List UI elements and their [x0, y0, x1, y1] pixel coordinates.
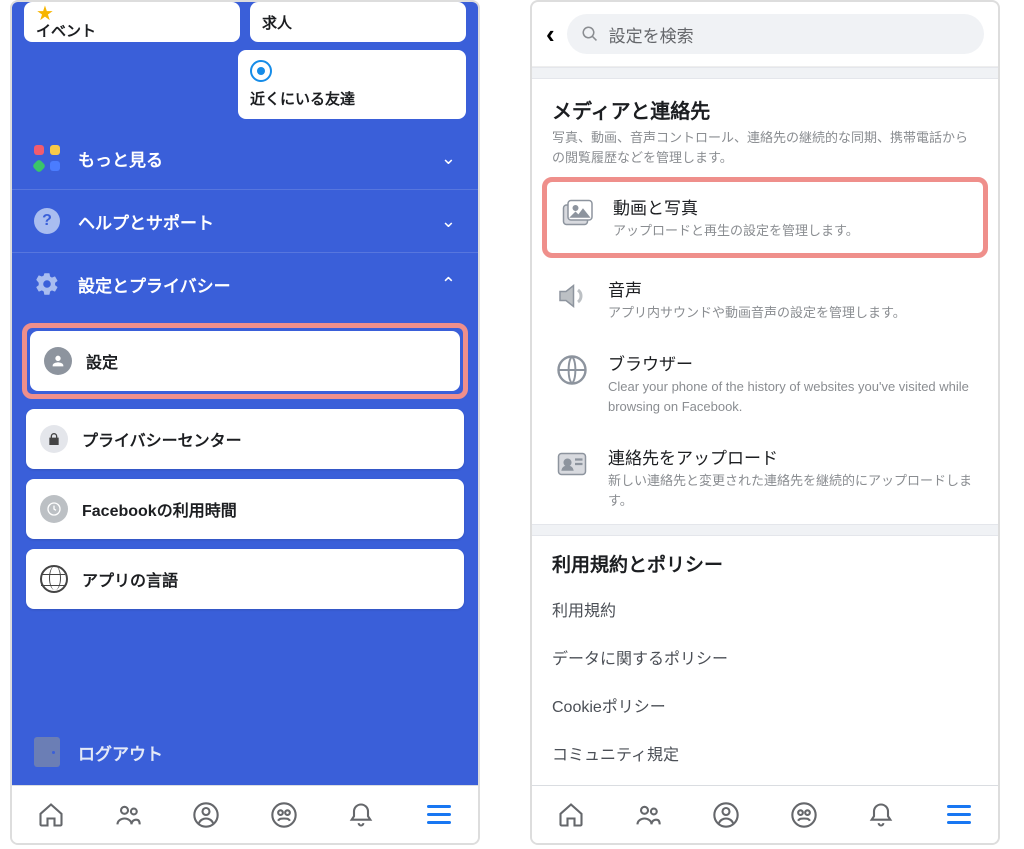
contact-card-icon — [552, 444, 592, 484]
browser-title: ブラウザー — [608, 350, 978, 375]
card-privacy-center[interactable]: プライバシーセンター — [26, 409, 464, 469]
card-time-on-facebook[interactable]: Facebookの利用時間 — [26, 479, 464, 539]
row-browser[interactable]: ブラウザー Clear your phone of the history of… — [532, 336, 998, 430]
nav-groups[interactable] — [269, 800, 299, 830]
media-section-title: メディアと連絡先 — [552, 95, 978, 124]
chevron-down-icon: ⌄ — [441, 148, 456, 169]
search-settings-input[interactable]: 設定を検索 — [567, 14, 984, 54]
bottom-nav-right — [532, 785, 998, 843]
row-video-photo[interactable]: 動画と写真 アップロードと再生の設定を管理します。 — [547, 182, 983, 253]
bottom-nav-left — [12, 785, 478, 843]
nearby-icon — [250, 60, 272, 82]
tile-jobs[interactable]: 求人 — [250, 2, 466, 42]
nav-menu[interactable] — [424, 800, 454, 830]
nav-notifications[interactable] — [346, 800, 376, 830]
policy-data[interactable]: データに関するポリシー — [552, 633, 978, 681]
help-icon: ? — [34, 208, 60, 234]
tile-events[interactable]: ★ イベント — [24, 2, 240, 42]
profile-icon — [44, 347, 72, 375]
media-section-desc: 写真、動画、音声コントロール、連絡先の継続的な同期、携帯電話からの閲覧履歴などを… — [552, 128, 978, 167]
search-icon — [581, 25, 599, 43]
logout-icon — [34, 737, 60, 767]
back-button[interactable]: ‹ — [546, 19, 555, 50]
photos-icon — [557, 194, 597, 234]
nav-friends[interactable] — [113, 800, 143, 830]
audio-sub: アプリ内サウンドや動画音声の設定を管理します。 — [608, 303, 906, 323]
policy-cookie[interactable]: Cookieポリシー — [552, 681, 978, 729]
logout-label: ログアウト — [78, 740, 163, 765]
see-more-label: もっと見る — [78, 146, 441, 171]
policy-community[interactable]: コミュニティ規定 — [552, 729, 978, 777]
tile-jobs-label: 求人 — [262, 12, 454, 33]
search-placeholder: 設定を検索 — [609, 22, 694, 47]
policy-terms[interactable]: 利用規約 — [552, 585, 978, 633]
chevron-up-icon: ⌃ — [441, 274, 456, 295]
tile-nearby-label: 近くにいる友達 — [250, 88, 454, 109]
nav-menu[interactable] — [944, 800, 974, 830]
tile-nearby-friends[interactable]: 近くにいる友達 — [238, 50, 466, 119]
hamburger-icon — [947, 805, 971, 824]
lock-icon — [40, 425, 68, 453]
nav-friends[interactable] — [633, 800, 663, 830]
row-see-more[interactable]: もっと見る ⌄ — [12, 127, 478, 189]
settings-label: 設定 — [86, 349, 118, 373]
gear-icon — [34, 271, 60, 297]
globe-icon — [552, 350, 592, 390]
row-settings-privacy[interactable]: 設定とプライバシー ⌃ — [12, 253, 478, 315]
help-label: ヘルプとサポート — [78, 209, 441, 234]
settings-body: メディアと連絡先 写真、動画、音声コントロール、連絡先の継続的な同期、携帯電話か… — [532, 67, 998, 785]
policy-section-title: 利用規約とポリシー — [532, 536, 998, 581]
row-help-support[interactable]: ? ヘルプとサポート ⌄ — [12, 190, 478, 252]
highlight-settings: 設定 — [22, 323, 468, 399]
row-upload-contacts[interactable]: 連絡先をアップロード 新しい連絡先と変更された連絡先を継続的にアップロードします… — [532, 430, 998, 524]
settings-header: ‹ 設定を検索 — [532, 2, 998, 67]
browser-sub: Clear your phone of the history of websi… — [608, 377, 978, 416]
video-photo-title: 動画と写真 — [613, 194, 859, 219]
tile-events-label: イベント — [36, 20, 228, 41]
row-logout[interactable]: ログアウト — [12, 719, 478, 785]
card-settings[interactable]: 設定 — [30, 331, 460, 391]
grid-apps-icon — [34, 145, 60, 171]
video-photo-sub: アップロードと再生の設定を管理します。 — [613, 221, 859, 241]
contacts-sub: 新しい連絡先と変更された連絡先を継続的にアップロードします。 — [608, 471, 978, 510]
contacts-title: 連絡先をアップロード — [608, 444, 978, 469]
settings-privacy-label: 設定とプライバシー — [78, 272, 441, 297]
nav-home[interactable] — [36, 800, 66, 830]
shortcut-row-1: ★ イベント 求人 — [12, 2, 478, 50]
hamburger-icon — [427, 805, 451, 824]
left-phone: ★ イベント 求人 近くにいる友達 もっと見る ⌄ ? ヘルプとサポート — [10, 0, 480, 845]
nav-home[interactable] — [556, 800, 586, 830]
audio-title: 音声 — [608, 276, 906, 301]
nav-profile[interactable] — [191, 800, 221, 830]
time-fb-label: Facebookの利用時間 — [82, 497, 237, 521]
card-app-language[interactable]: アプリの言語 — [26, 549, 464, 609]
section-media-contacts: メディアと連絡先 写真、動画、音声コントロール、連絡先の継続的な同期、携帯電話か… — [532, 79, 998, 173]
right-phone: ‹ 設定を検索 メディアと連絡先 写真、動画、音声コントロール、連絡先の継続的な… — [530, 0, 1000, 845]
app-lang-label: アプリの言語 — [82, 567, 178, 591]
nav-groups[interactable] — [789, 800, 819, 830]
shortcut-row-2: 近くにいる友達 — [12, 50, 478, 127]
chevron-down-icon: ⌄ — [441, 211, 456, 232]
globe-icon — [40, 565, 68, 593]
privacy-center-label: プライバシーセンター — [82, 427, 242, 451]
highlight-video-photo: 動画と写真 アップロードと再生の設定を管理します。 — [542, 177, 988, 258]
row-audio[interactable]: 音声 アプリ内サウンドや動画音声の設定を管理します。 — [532, 262, 998, 337]
speaker-icon — [552, 276, 592, 316]
nav-notifications[interactable] — [866, 800, 896, 830]
policy-list: 利用規約 データに関するポリシー Cookieポリシー コミュニティ規定 — [532, 581, 998, 785]
left-menu-screen: ★ イベント 求人 近くにいる友達 もっと見る ⌄ ? ヘルプとサポート — [12, 2, 478, 785]
nav-profile[interactable] — [711, 800, 741, 830]
clock-icon — [40, 495, 68, 523]
